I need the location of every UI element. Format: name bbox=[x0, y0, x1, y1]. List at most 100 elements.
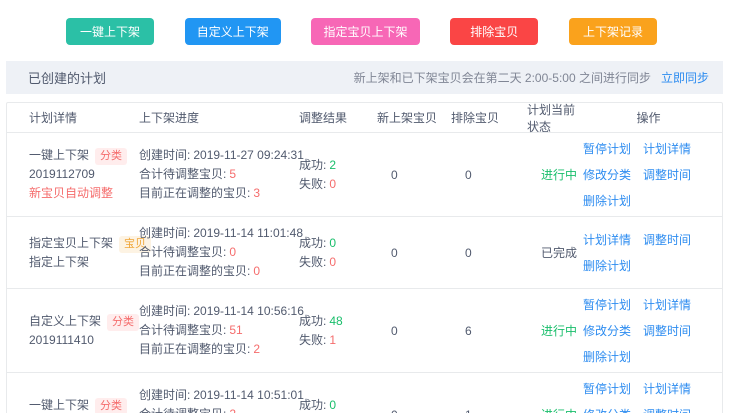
created-time: 2019-11-14 10:56:16 bbox=[193, 304, 304, 318]
result-cell: 成功:0 失败:0 bbox=[299, 234, 371, 272]
edit-category-link[interactable]: 修改分类 bbox=[583, 322, 631, 339]
plan-type-tag: 分类 bbox=[107, 314, 139, 331]
pause-plan-link[interactable]: 暂停计划 bbox=[583, 140, 631, 157]
panel-title: 已创建的计划 bbox=[28, 68, 106, 87]
plan-name: 自定义上下架 bbox=[29, 314, 101, 328]
actions-cell: 暂停计划 计划详情 修改分类 调整时间 删除计划 bbox=[583, 140, 705, 209]
specified-item-listing-button[interactable]: 指定宝贝上下架 bbox=[311, 18, 419, 45]
plan-detail-link[interactable]: 计划详情 bbox=[643, 296, 691, 313]
plan-detail-link[interactable]: 计划详情 bbox=[583, 231, 631, 248]
new-listed-cell: 0 bbox=[371, 408, 445, 413]
adjust-time-link[interactable]: 调整时间 bbox=[643, 406, 691, 413]
edit-category-link[interactable]: 修改分类 bbox=[583, 406, 631, 413]
actions-cell: 暂停计划 计划详情 修改分类 调整时间 删除计划 bbox=[583, 296, 705, 365]
header-excluded: 排除宝贝 bbox=[445, 109, 521, 126]
status-badge: 已完成 bbox=[541, 246, 577, 260]
exclude-items-button[interactable]: 排除宝贝 bbox=[450, 18, 538, 45]
new-listed-cell: 0 bbox=[371, 246, 445, 260]
fail-count: 0 bbox=[329, 177, 336, 191]
plans-table: 计划详情 上下架进度 调整结果 新上架宝贝 排除宝贝 计划当前状态 操作 一键上… bbox=[6, 102, 723, 413]
plan-detail-link[interactable]: 计划详情 bbox=[643, 380, 691, 397]
plan-id: 2019112709 bbox=[29, 165, 139, 184]
table-row: 一键上下架分类 2019111410 创建时间:2019-11-14 10:51… bbox=[7, 372, 722, 413]
delete-plan-link[interactable]: 删除计划 bbox=[583, 192, 631, 209]
adjusting-count: 0 bbox=[253, 264, 260, 278]
fail-count: 0 bbox=[329, 255, 336, 269]
status-cell: 进行中 bbox=[521, 166, 583, 183]
status-cell: 已完成 bbox=[521, 244, 583, 261]
adjusting-count: 2 bbox=[253, 342, 260, 356]
header-actions: 操作 bbox=[583, 109, 714, 126]
panel-header: 已创建的计划 新上架和已下架宝贝会在第二天 2:00-5:00 之间进行同步 立… bbox=[6, 61, 723, 94]
pause-plan-link[interactable]: 暂停计划 bbox=[583, 380, 631, 397]
plan-details-cell: 一键上下架分类 2019112709 新宝贝自动调整 bbox=[29, 146, 139, 203]
pause-plan-link[interactable]: 暂停计划 bbox=[583, 296, 631, 313]
plan-details-cell: 自定义上下架分类 2019111410 bbox=[29, 312, 139, 350]
table-row: 一键上下架分类 2019112709 新宝贝自动调整 创建时间:2019-11-… bbox=[7, 133, 722, 216]
table-row: 自定义上下架分类 2019111410 创建时间:2019-11-14 10:5… bbox=[7, 288, 722, 372]
status-badge: 进行中 bbox=[541, 408, 577, 413]
status-badge: 进行中 bbox=[541, 168, 577, 182]
fail-count: 1 bbox=[329, 333, 336, 347]
one-key-listing-button[interactable]: 一键上下架 bbox=[66, 18, 154, 45]
adjust-time-link[interactable]: 调整时间 bbox=[643, 166, 691, 183]
total-pending-count: 0 bbox=[229, 245, 236, 259]
total-pending-count: 51 bbox=[229, 323, 242, 337]
status-cell: 进行中 bbox=[521, 322, 583, 339]
success-count: 0 bbox=[329, 236, 336, 250]
plan-name: 一键上下架 bbox=[29, 398, 89, 412]
header-result: 调整结果 bbox=[299, 109, 371, 126]
progress-cell: 创建时间:2019-11-14 10:51:01 合计待调整宝贝:2 目前正在调… bbox=[139, 386, 299, 413]
header-status: 计划当前状态 bbox=[521, 101, 583, 135]
created-time: 2019-11-14 11:01:48 bbox=[193, 226, 303, 240]
plan-name: 一键上下架 bbox=[29, 148, 89, 162]
plan-type-tag: 分类 bbox=[95, 398, 127, 413]
delete-plan-link[interactable]: 删除计划 bbox=[583, 348, 631, 365]
plan-id: 指定上下架 bbox=[29, 253, 139, 272]
status-cell: 进行中 bbox=[521, 406, 583, 413]
sync-note: 新上架和已下架宝贝会在第二天 2:00-5:00 之间进行同步 bbox=[354, 69, 651, 86]
new-listed-cell: 0 bbox=[371, 168, 445, 182]
progress-cell: 创建时间:2019-11-27 09:24:31 合计待调整宝贝:5 目前正在调… bbox=[139, 146, 299, 203]
excluded-cell: 0 bbox=[445, 168, 521, 182]
new-listed-cell: 0 bbox=[371, 324, 445, 338]
result-cell: 成功:0 失败:0 bbox=[299, 396, 371, 413]
excluded-cell: 6 bbox=[445, 324, 521, 338]
plan-detail-link[interactable]: 计划详情 bbox=[643, 140, 691, 157]
plan-id: 2019111410 bbox=[29, 331, 139, 350]
success-count: 0 bbox=[329, 398, 336, 412]
toolbar: 一键上下架 自定义上下架 指定宝贝上下架 排除宝贝 上下架记录 bbox=[0, 0, 729, 45]
progress-cell: 创建时间:2019-11-14 11:01:48 合计待调整宝贝:0 目前正在调… bbox=[139, 224, 299, 281]
listing-records-button[interactable]: 上下架记录 bbox=[569, 18, 657, 45]
status-badge: 进行中 bbox=[541, 324, 577, 338]
actions-cell: 暂停计划 计划详情 修改分类 调整时间 删除计划 bbox=[583, 380, 705, 413]
success-count: 2 bbox=[329, 158, 336, 172]
plan-type-tag: 分类 bbox=[95, 148, 127, 165]
plan-details-cell: 一键上下架分类 2019111410 bbox=[29, 396, 139, 413]
sync-now-link[interactable]: 立即同步 bbox=[661, 69, 709, 86]
created-time: 2019-11-14 10:51:01 bbox=[193, 388, 304, 402]
custom-listing-button[interactable]: 自定义上下架 bbox=[185, 18, 281, 45]
header-new-listed: 新上架宝贝 bbox=[371, 109, 445, 126]
header-plan-details: 计划详情 bbox=[29, 109, 139, 126]
delete-plan-link[interactable]: 删除计划 bbox=[583, 257, 631, 274]
result-cell: 成功:2 失败:0 bbox=[299, 156, 371, 194]
success-count: 48 bbox=[329, 314, 342, 328]
plan-details-cell: 指定宝贝上下架宝贝 指定上下架 bbox=[29, 234, 139, 272]
adjusting-count: 3 bbox=[253, 186, 260, 200]
header-progress: 上下架进度 bbox=[139, 109, 299, 126]
excluded-cell: 0 bbox=[445, 246, 521, 260]
plan-name: 指定宝贝上下架 bbox=[29, 236, 113, 250]
result-cell: 成功:48 失败:1 bbox=[299, 312, 371, 350]
created-time: 2019-11-27 09:24:31 bbox=[193, 148, 304, 162]
total-pending-count: 2 bbox=[229, 407, 236, 413]
table-row: 指定宝贝上下架宝贝 指定上下架 创建时间:2019-11-14 11:01:48… bbox=[7, 216, 722, 288]
total-pending-count: 5 bbox=[229, 167, 236, 181]
actions-cell: 计划详情 调整时间 删除计划 bbox=[583, 231, 705, 274]
adjust-time-link[interactable]: 调整时间 bbox=[643, 322, 691, 339]
edit-category-link[interactable]: 修改分类 bbox=[583, 166, 631, 183]
excluded-cell: 1 bbox=[445, 408, 521, 413]
progress-cell: 创建时间:2019-11-14 10:56:16 合计待调整宝贝:51 目前正在… bbox=[139, 302, 299, 359]
adjust-time-link[interactable]: 调整时间 bbox=[643, 231, 691, 248]
table-header-row: 计划详情 上下架进度 调整结果 新上架宝贝 排除宝贝 计划当前状态 操作 bbox=[7, 103, 722, 133]
